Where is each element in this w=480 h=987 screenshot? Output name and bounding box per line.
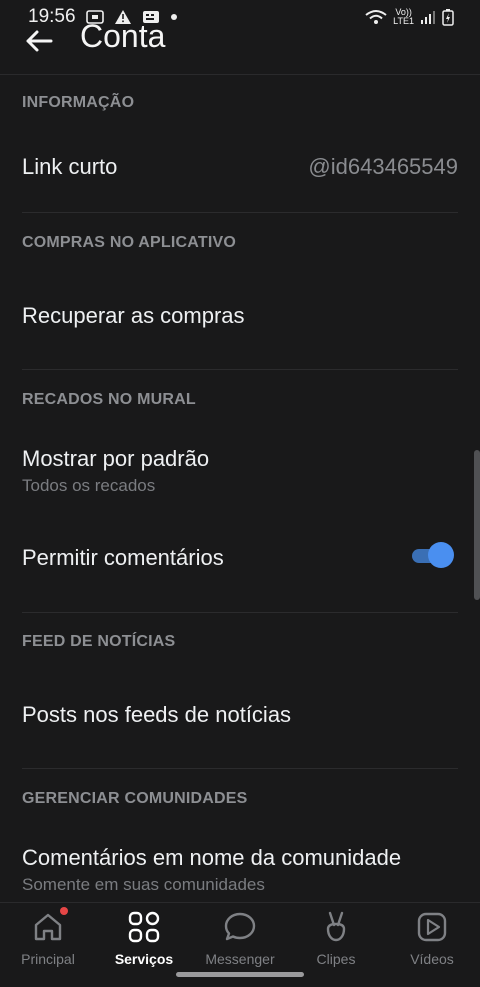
short-link-label: Link curto — [22, 154, 118, 179]
tab-messenger[interactable]: Messenger — [192, 909, 288, 973]
notification-badge — [60, 907, 68, 915]
allow-comments-label: Permitir comentários — [22, 545, 224, 570]
section-title-purchases: COMPRAS NO APLICATIVO — [22, 234, 236, 251]
home-icon — [30, 907, 68, 945]
app-header: Conta — [0, 18, 480, 75]
tab-servicos[interactable]: Serviços — [96, 909, 192, 973]
home-indicator[interactable] — [176, 972, 304, 977]
tab-label: Vídeos — [410, 951, 454, 967]
messenger-icon — [222, 909, 258, 945]
services-icon — [126, 909, 162, 945]
tab-label: Serviços — [114, 951, 174, 967]
videos-icon — [414, 909, 450, 945]
show-default-value: Todos os recados — [22, 476, 156, 495]
scrollbar[interactable] — [474, 450, 480, 600]
back-button[interactable] — [24, 26, 54, 56]
tab-label: Principal — [21, 951, 75, 967]
page-title: Conta — [80, 18, 166, 54]
toggle-knob — [428, 542, 454, 568]
section-title-info: INFORMAÇÃO — [22, 94, 135, 111]
divider — [22, 612, 458, 613]
tab-label: Messenger — [205, 951, 275, 967]
tab-videos[interactable]: Vídeos — [384, 909, 480, 973]
short-link-value: @id643465549 — [308, 154, 458, 179]
feed-posts-item[interactable]: Posts nos feeds de notícias — [22, 702, 291, 728]
divider — [22, 369, 458, 370]
community-comments-label: Comentários em nome da comunidade — [22, 845, 402, 870]
divider — [22, 212, 458, 213]
restore-purchases-item[interactable]: Recuperar as compras — [22, 303, 245, 329]
divider — [22, 768, 458, 769]
tab-principal[interactable]: Principal — [0, 907, 96, 973]
tab-label: Clipes — [316, 951, 356, 967]
tab-clipes[interactable]: Clipes — [288, 909, 384, 973]
clips-icon — [318, 909, 354, 945]
community-comments-value: Somente em suas comunidades — [22, 875, 265, 894]
arrow-left-icon — [26, 30, 53, 52]
allow-comments-toggle[interactable] — [412, 542, 454, 568]
section-title-communities: GERENCIAR COMUNIDADES — [22, 790, 248, 807]
section-title-wall: RECADOS NO MURAL — [22, 391, 196, 408]
section-title-feed: FEED DE NOTÍCIAS — [22, 633, 176, 650]
show-default-label: Mostrar por padrão — [22, 446, 210, 471]
